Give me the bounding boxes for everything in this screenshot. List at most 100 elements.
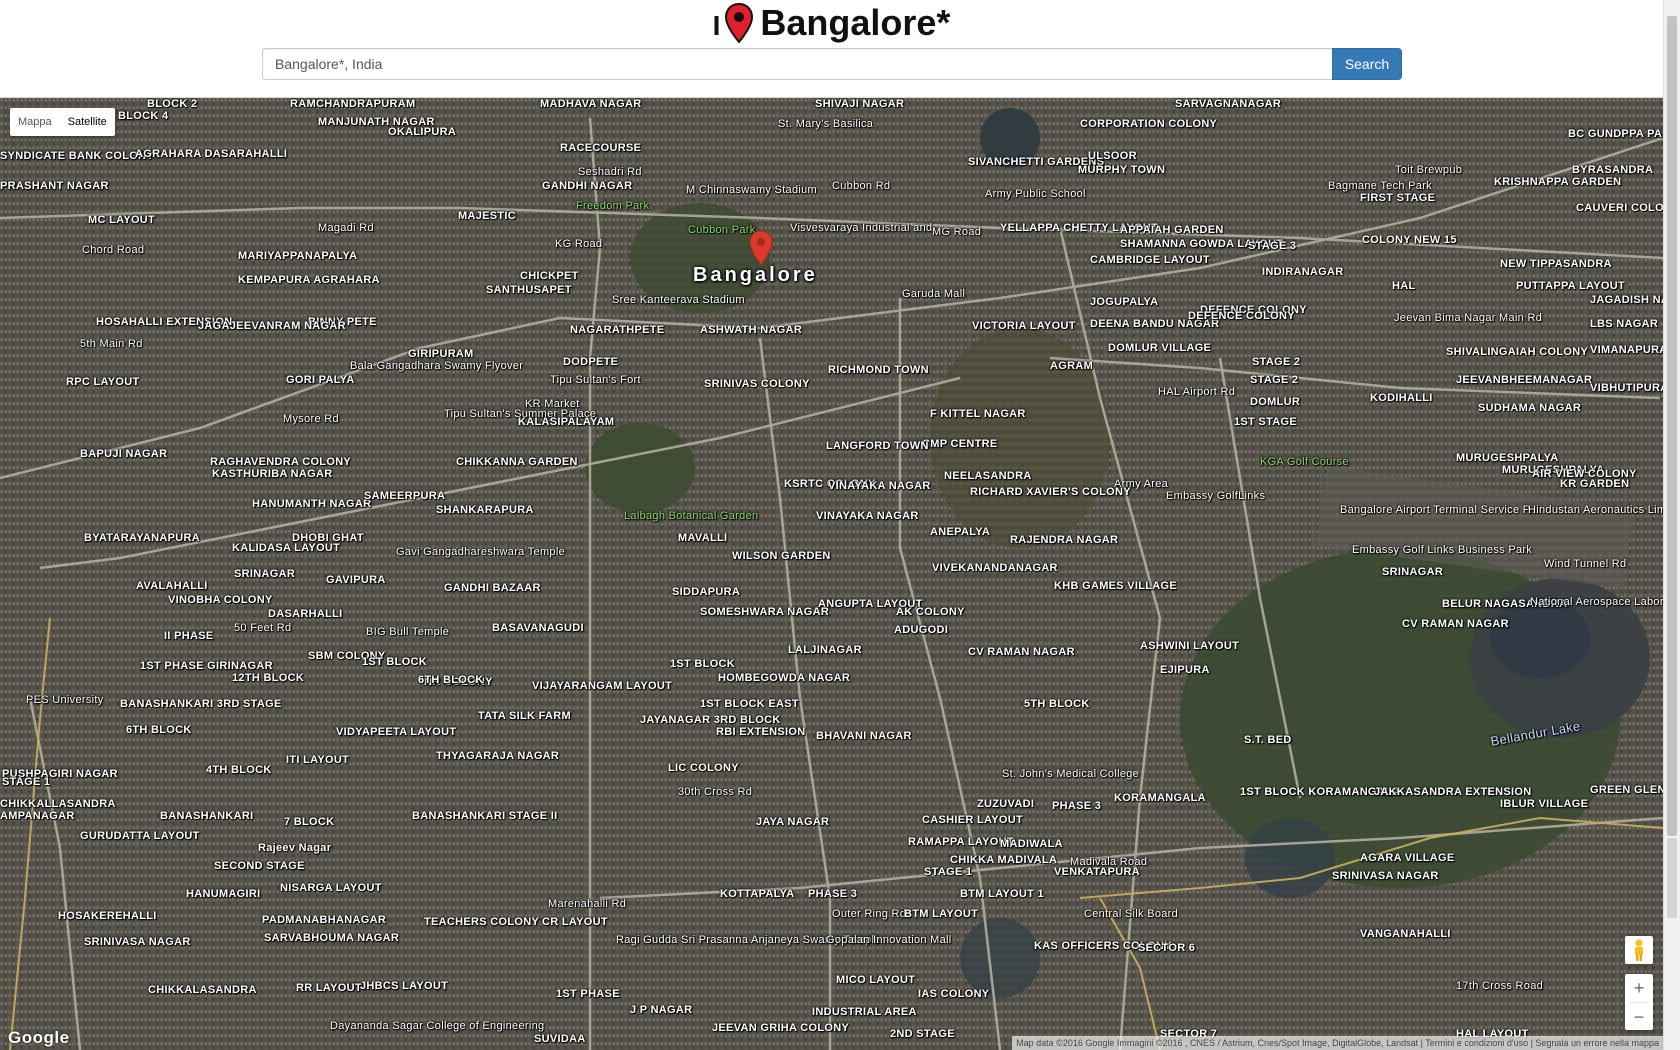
map-label: SECOND STAGE (214, 860, 305, 872)
map-label: RAMCHANDRAPURAM (290, 98, 416, 110)
search-input[interactable] (262, 48, 1332, 80)
map-label: LANGFORD TOWN (826, 440, 929, 452)
map-canvas[interactable]: BLOCK 2 BLOCK 4 RAMCHANDRAPURAM MADHAVA NAG… (0, 98, 1663, 1050)
map-label: KGA Golf Course (1260, 456, 1349, 468)
map-label: NAGARATHPETE (570, 324, 665, 336)
map-label: CHIKKALLASANDRA (0, 798, 116, 810)
search-button[interactable]: Search (1332, 48, 1402, 80)
map-label: SOMESHWARA NAGAR (700, 606, 830, 618)
map-label: INDIRANAGAR (1262, 266, 1344, 278)
map-label: II PHASE (164, 630, 214, 642)
map-label: APPAIAH GARDEN (1120, 224, 1224, 236)
map-label: Embassy GolfLinks (1166, 490, 1266, 502)
map-label: VIMANAPURA (1590, 344, 1663, 356)
map-label: St. Mary's Basilica (778, 118, 874, 130)
map-label: Outer Ring Rd (832, 908, 907, 920)
map-label: DODPETE (563, 356, 619, 368)
scrollbar-thumb[interactable] (1667, 16, 1677, 836)
map-attribution[interactable]: Map data ©2016 Google Immagini ©2016 , C… (1012, 1036, 1663, 1050)
zoom-out-button[interactable]: − (1625, 1003, 1653, 1031)
map-label: Magadi Rd (318, 222, 374, 234)
map-label: AVALAHALLI (136, 580, 208, 592)
map-label: SUVIDAA (534, 1033, 586, 1045)
map-label: VIJAYARANGAM LAYOUT (532, 680, 673, 692)
map-label: AGRAHARA DASARAHALLI (135, 148, 288, 160)
map-label: 17th Cross Road (1456, 980, 1544, 992)
map-label: BTM LAYOUT (904, 908, 979, 920)
map-label: Embassy Golf Links Business Park (1352, 544, 1533, 556)
map-label: GANDHI BAZAAR (444, 582, 541, 594)
location-marker-icon[interactable] (748, 230, 774, 266)
page-scrollbar[interactable] (1663, 0, 1680, 1050)
map-label: Bagmane Tech Park (1328, 180, 1432, 192)
map-label: MICO LAYOUT (836, 974, 916, 986)
map-label: BLOCK 4 (118, 110, 169, 122)
map-label: FIRST STAGE (1360, 192, 1436, 204)
map-label: VIDYAPEETA LAYOUT (336, 726, 457, 738)
map-label: BANASHANKARI 3RD STAGE (120, 698, 282, 710)
map-label: SRINAGAR (234, 568, 296, 580)
map-label: HANUMANTH NAGAR (252, 498, 372, 510)
map-type-satellite-button[interactable]: Satellite (60, 108, 115, 136)
map-label: Freedom Park (576, 200, 650, 212)
map-label: RAMAPPA LAYOUT (908, 836, 1014, 848)
map-label: BANASHANKARI (160, 810, 254, 822)
map-label: GURUDATTA LAYOUT (80, 830, 200, 842)
map-label: STAGE 3 (1248, 240, 1297, 252)
map-label: GANDHI NAGAR (542, 180, 633, 192)
map-label: 4TH BLOCK (206, 764, 272, 776)
map-label: KR GARDEN (1560, 478, 1630, 490)
map-label: Visvesvaraya Industrial and... (790, 222, 943, 234)
map-label: M Chinnaswamy Stadium (686, 184, 818, 196)
map-label: DASARHALLI (268, 608, 343, 620)
map-label: 1ST STAGE (1234, 416, 1298, 428)
map-label: BASAVANAGUDI (492, 622, 584, 634)
map-label: Gopalan Innovation Mall (826, 934, 952, 946)
map-label: PES University (26, 694, 104, 706)
map-label: SIDDAPURA (672, 586, 741, 598)
map-label: SHANKARAPURA (436, 504, 534, 516)
map-label: DEFENCE COLONY (1188, 310, 1295, 322)
map-label: LIC COLONY (668, 762, 739, 774)
street-view-pegman[interactable] (1625, 936, 1653, 964)
map-label: KEMPAPURA AGRAHARA (238, 274, 380, 286)
map-label: MADHAVA NAGAR (540, 98, 642, 110)
map-label: PUTTAPPA LAYOUT (1516, 280, 1626, 292)
map-label: SRINAGAR (1382, 566, 1444, 578)
map-label: VENKATAPURA (1054, 866, 1141, 878)
map-label: Lalbagh Botanical Garden (624, 510, 759, 522)
title-row: I Bangalore* (0, 0, 1663, 46)
map-label: STAGE 2 (1250, 374, 1299, 386)
map-label: BC GUNDPPA PALYA (1568, 128, 1663, 140)
map-label: VINAYAKA NAGAR (816, 510, 919, 522)
map-label: Chord Road (82, 244, 145, 256)
zoom-control: + − (1625, 974, 1653, 1030)
map-label: Cubbon Park (688, 224, 756, 236)
map-label: SHIVAJI NAGAR (815, 98, 905, 110)
map-label: RPC LAYOUT (66, 376, 140, 388)
map-label: 5th Main Rd (80, 338, 143, 350)
map-label: HOMBEGOWDA NAGAR (718, 672, 851, 684)
map-label: BANASHANKARI STAGE II (412, 810, 558, 822)
map-pin-icon (725, 3, 754, 43)
map-label: ANEPALYA (930, 526, 991, 538)
map-label: ASHWATH NAGAR (700, 324, 803, 336)
map-label: Marenahalli Rd (548, 898, 627, 910)
map-label: THYAGARAJA NAGAR (436, 750, 560, 762)
page-header: I Bangalore* Search (0, 0, 1663, 98)
map-label: STAGE 1 (924, 866, 973, 878)
map-label: 1ST BLOCK (362, 656, 428, 668)
map-label: Rajeev Nagar (258, 842, 332, 854)
zoom-in-button[interactable]: + (1625, 974, 1653, 1002)
map-label: JEEVANBHEEMANAGAR (1456, 374, 1593, 386)
map-label: ULSOOR (1088, 150, 1137, 162)
map-label: LALJINAGAR (788, 644, 862, 656)
map-label: HAL (1392, 280, 1416, 292)
map-type-roadmap-button[interactable]: Mappa (10, 108, 60, 136)
map-label: 7 BLOCK (284, 816, 335, 828)
map-label: ITI LAYOUT (286, 754, 350, 766)
map-label: VIVEKANANDANAGAR (932, 562, 1058, 574)
map-label: GIRIPURAM (408, 348, 474, 360)
map-label: 30th Cross Rd (678, 786, 753, 798)
map-label: Seshadri Rd (578, 166, 642, 178)
